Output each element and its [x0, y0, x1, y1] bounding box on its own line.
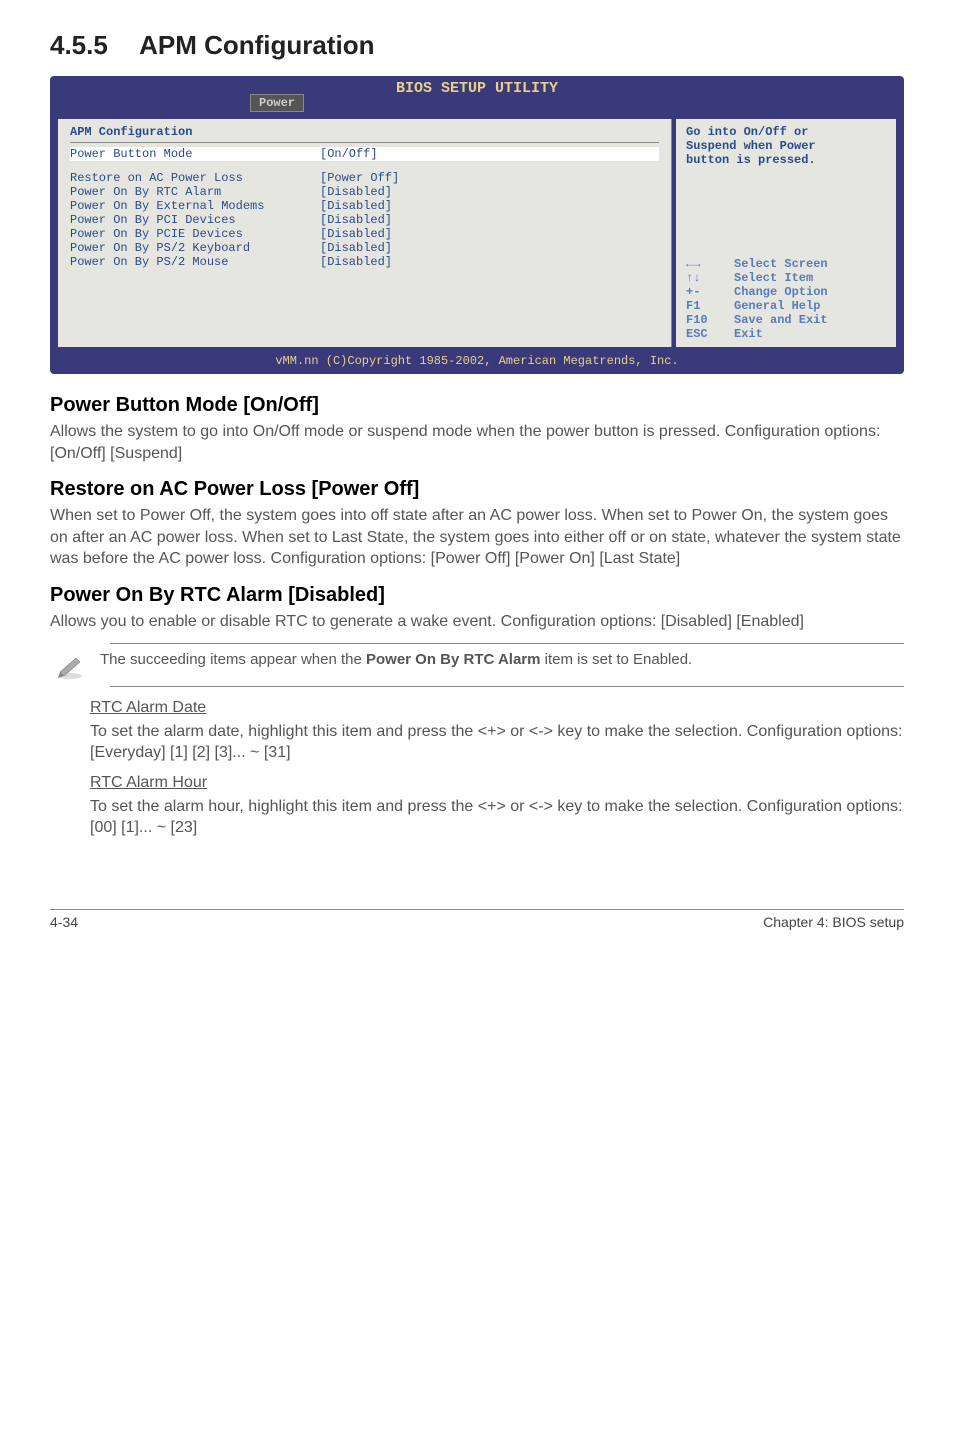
- subheading-restore-ac: Restore on AC Power Loss [Power Off]: [50, 478, 904, 501]
- bios-row-value: [On/Off]: [320, 147, 378, 161]
- bios-config-title: APM Configuration: [70, 125, 659, 139]
- page-number: 4-34: [50, 914, 78, 930]
- note-text: The succeeding items appear when the Pow…: [100, 650, 692, 670]
- bios-help-line: Go into On/Off or: [686, 125, 886, 139]
- body-text: Allows you to enable or disable RTC to g…: [50, 611, 904, 633]
- bios-row[interactable]: Power On By RTC Alarm[Disabled]: [70, 185, 659, 199]
- bios-header-text: BIOS SETUP UTILITY: [396, 80, 558, 97]
- bios-right-panel: Go into On/Off or Suspend when Power but…: [676, 119, 896, 347]
- bios-row[interactable]: Power On By PS/2 Mouse[Disabled]: [70, 255, 659, 269]
- body-text: To set the alarm hour, highlight this it…: [90, 796, 904, 839]
- section-title: APM Configuration: [139, 30, 374, 60]
- bios-footer: vMM.nn (C)Copyright 1985-2002, American …: [50, 351, 904, 374]
- page-footer: 4-34 Chapter 4: BIOS setup: [50, 909, 904, 930]
- bios-row[interactable]: Restore on AC Power Loss[Power Off]: [70, 171, 659, 185]
- bios-row[interactable]: Power On By External Modems[Disabled]: [70, 199, 659, 213]
- subheading-power-button-mode: Power Button Mode [On/Off]: [50, 394, 904, 417]
- body-text: To set the alarm date, highlight this it…: [90, 721, 904, 764]
- bios-header: BIOS SETUP UTILITY Power: [50, 76, 904, 97]
- bios-row-label: Power Button Mode: [70, 147, 320, 161]
- bios-divider: [70, 142, 659, 143]
- body-text: Allows the system to go into On/Off mode…: [50, 421, 904, 464]
- bios-nav-keys: ←→Select Screen ↑↓Select Item +-Change O…: [686, 257, 886, 341]
- section-heading: 4.5.5 APM Configuration: [50, 30, 904, 61]
- rtc-date-title: RTC Alarm Date: [90, 699, 904, 717]
- rtc-hour-block: RTC Alarm Hour To set the alarm hour, hi…: [90, 774, 904, 839]
- bios-left-panel: APM Configuration Power Button Mode [On/…: [58, 119, 672, 347]
- body-text: When set to Power Off, the system goes i…: [50, 505, 904, 570]
- rtc-date-block: RTC Alarm Date To set the alarm date, hi…: [90, 699, 904, 764]
- rtc-hour-title: RTC Alarm Hour: [90, 774, 904, 792]
- bios-help-line: Suspend when Power: [686, 139, 886, 153]
- bios-row[interactable]: Power On By PS/2 Keyboard[Disabled]: [70, 241, 659, 255]
- section-number: 4.5.5: [50, 30, 108, 60]
- chapter-label: Chapter 4: BIOS setup: [763, 914, 904, 930]
- bios-row-selected[interactable]: Power Button Mode [On/Off]: [70, 147, 659, 161]
- pencil-icon: [54, 652, 86, 680]
- subheading-rtc-alarm: Power On By RTC Alarm [Disabled]: [50, 584, 904, 607]
- bios-screenshot: BIOS SETUP UTILITY Power APM Configurati…: [50, 76, 904, 374]
- bios-help-line: button is pressed.: [686, 153, 886, 167]
- bios-tab-power: Power: [250, 94, 304, 112]
- bios-row[interactable]: Power On By PCI Devices[Disabled]: [70, 213, 659, 227]
- bios-row[interactable]: Power On By PCIE Devices[Disabled]: [70, 227, 659, 241]
- note-box: The succeeding items appear when the Pow…: [110, 643, 904, 687]
